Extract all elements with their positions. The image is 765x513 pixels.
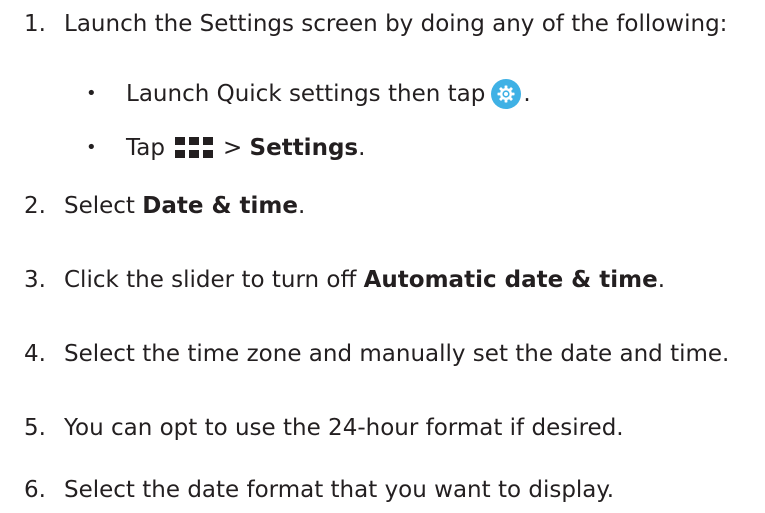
step-1: 1. Launch the Settings screen by doing a…	[0, 4, 765, 44]
step-number: 5.	[24, 415, 46, 441]
step-2: 2. Select Date & time.	[0, 186, 765, 226]
step-3: 3. Click the slider to turn off Automati…	[0, 260, 765, 300]
substep-text: Tap	[126, 135, 165, 161]
substep-arrow: >	[222, 135, 250, 161]
bullet: •	[86, 83, 97, 104]
step-text: Select the time zone and manually set th…	[64, 341, 730, 367]
substep-period: .	[358, 135, 366, 161]
step-4: 4. Select the time zone and manually set…	[0, 334, 765, 374]
step-number: 3.	[24, 267, 46, 293]
substep-text: Launch Quick settings then tap	[126, 81, 486, 107]
step-text: Select	[64, 193, 143, 219]
substep-period: .	[523, 81, 531, 107]
step-number: 6.	[24, 477, 46, 503]
instructions-document: 1. Launch the Settings screen by doing a…	[0, 0, 765, 513]
apps-grid-icon	[174, 137, 213, 159]
date-time-label: Date & time	[142, 193, 298, 219]
step-text: You can opt to use the 24-hour format if…	[64, 415, 624, 441]
step-text: Select the date format that you want to …	[64, 477, 615, 503]
settings-label: Settings	[249, 135, 359, 161]
step-text: Click the slider to turn off	[64, 267, 364, 293]
step-number: 1.	[24, 11, 46, 37]
bullet: •	[86, 137, 97, 158]
automatic-date-time-label: Automatic date & time	[363, 267, 658, 293]
step-6: 6. Select the date format that you want …	[0, 470, 765, 510]
settings-gear-icon	[491, 79, 522, 109]
step-text: Launch the Settings screen by doing any …	[64, 11, 728, 37]
step-number: 4.	[24, 341, 46, 367]
step-5: 5. You can opt to use the 24-hour format…	[0, 408, 765, 448]
substep-apps-settings: • Tap > Settings .	[0, 128, 765, 168]
step-period: .	[298, 193, 306, 219]
substep-quick-settings: • Launch Quick settings then tap .	[0, 74, 765, 114]
step-number: 2.	[24, 193, 46, 219]
step-period: .	[657, 267, 666, 293]
